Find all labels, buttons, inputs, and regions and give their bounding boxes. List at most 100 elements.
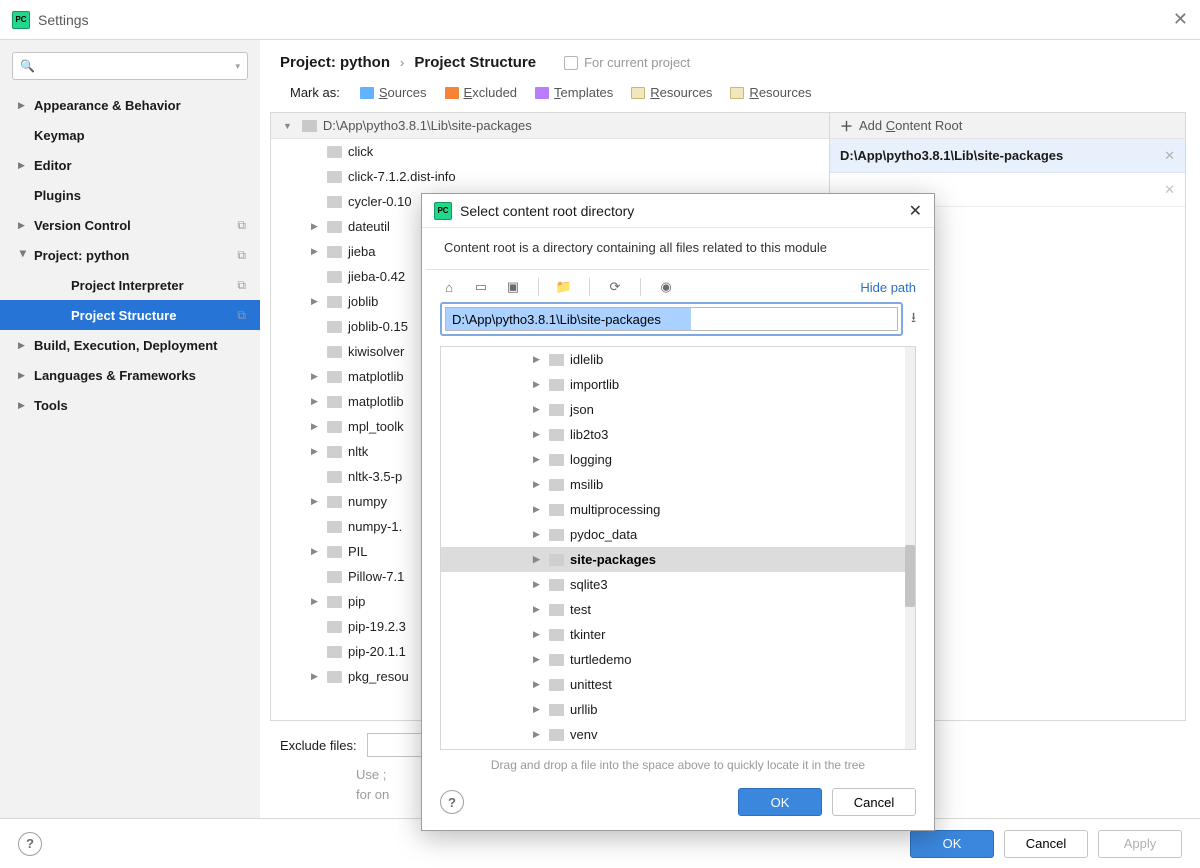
mark-as-templates[interactable]: Templates bbox=[535, 85, 613, 100]
chevron-right-icon[interactable]: ▶ bbox=[311, 421, 321, 432]
close-icon[interactable]: ✕ bbox=[1173, 9, 1188, 30]
home-icon[interactable]: ⌂ bbox=[440, 279, 458, 295]
history-dropdown-icon[interactable]: ⭳ bbox=[911, 307, 916, 331]
chevron-right-icon[interactable]: ▶ bbox=[533, 704, 543, 715]
sidebar-item[interactable]: Keymap bbox=[0, 120, 260, 150]
cancel-button[interactable]: Cancel bbox=[832, 788, 916, 816]
chevron-icon[interactable]: ▶ bbox=[18, 370, 28, 381]
sidebar-item[interactable]: ▶Editor bbox=[0, 150, 260, 180]
chevron-right-icon[interactable]: ▶ bbox=[311, 371, 321, 382]
chevron-right-icon[interactable]: ▶ bbox=[311, 446, 321, 457]
chooser-row[interactable]: ▶turtledemo bbox=[441, 647, 915, 672]
chevron-right-icon[interactable]: ▶ bbox=[533, 604, 543, 615]
add-content-root-button[interactable]: ＋ Add Content Root bbox=[830, 113, 1185, 139]
help-icon[interactable]: ? bbox=[440, 790, 464, 814]
hide-path-link[interactable]: Hide path bbox=[860, 280, 916, 295]
mark-as-res[interactable]: Resources bbox=[631, 85, 712, 100]
sidebar-item[interactable]: ▶Tools bbox=[0, 390, 260, 420]
chevron-right-icon[interactable]: ▶ bbox=[533, 654, 543, 665]
tree-row[interactable]: ▶click-7.1.2.dist-info bbox=[271, 164, 829, 189]
sidebar-item[interactable]: ▶Version Control⧉ bbox=[0, 210, 260, 240]
chevron-icon[interactable]: ▶ bbox=[18, 100, 28, 111]
desktop-icon[interactable]: ▭ bbox=[472, 279, 490, 295]
content-root-item[interactable]: D:\App\pytho3.8.1\Lib\site-packages ✕ bbox=[830, 139, 1185, 173]
chevron-right-icon[interactable]: ▶ bbox=[311, 221, 321, 232]
chooser-row[interactable]: ▶test bbox=[441, 597, 915, 622]
chevron-icon[interactable]: ▶ bbox=[18, 250, 29, 260]
chevron-right-icon[interactable]: ▶ bbox=[533, 579, 543, 590]
chevron-right-icon[interactable]: ▶ bbox=[533, 404, 543, 415]
chevron-right-icon[interactable]: ▶ bbox=[533, 504, 543, 515]
tree-row[interactable]: ▶click bbox=[271, 139, 829, 164]
exclude-files-input[interactable] bbox=[367, 733, 427, 757]
cancel-button[interactable]: Cancel bbox=[1004, 830, 1088, 858]
help-icon[interactable]: ? bbox=[18, 832, 42, 856]
show-hidden-icon[interactable]: ◉ bbox=[657, 279, 675, 295]
chooser-row[interactable]: ▶msilib bbox=[441, 472, 915, 497]
sidebar-item[interactable]: ▶Languages & Frameworks bbox=[0, 360, 260, 390]
new-folder-icon[interactable]: 📁 bbox=[555, 279, 573, 295]
ok-button[interactable]: OK bbox=[738, 788, 822, 816]
close-icon[interactable]: ✕ bbox=[909, 201, 922, 221]
chevron-down-icon[interactable]: ▾ bbox=[235, 61, 240, 72]
mark-as-res2[interactable]: Resources bbox=[730, 85, 811, 100]
chooser-row[interactable]: ▶lib2to3 bbox=[441, 422, 915, 447]
chevron-right-icon[interactable]: ▶ bbox=[533, 629, 543, 640]
ok-button[interactable]: OK bbox=[910, 830, 994, 858]
chevron-down-icon[interactable]: ▼ bbox=[283, 121, 292, 131]
chooser-row[interactable]: ▶json bbox=[441, 397, 915, 422]
chevron-right-icon[interactable]: ▶ bbox=[533, 429, 543, 440]
scrollbar-thumb[interactable] bbox=[905, 545, 915, 607]
chooser-row[interactable]: ▶ bbox=[441, 747, 915, 750]
chevron-icon[interactable]: ▶ bbox=[18, 400, 28, 411]
chooser-row[interactable]: ▶importlib bbox=[441, 372, 915, 397]
settings-search[interactable]: 🔍 ▾ bbox=[12, 52, 248, 80]
path-input-wrap[interactable] bbox=[440, 302, 903, 336]
sidebar-item[interactable]: ▶Project: python⧉ bbox=[0, 240, 260, 270]
chooser-row[interactable]: ▶urllib bbox=[441, 697, 915, 722]
refresh-icon[interactable]: ⟳ bbox=[606, 279, 624, 295]
chooser-row[interactable]: ▶sqlite3 bbox=[441, 572, 915, 597]
chevron-right-icon[interactable]: ▶ bbox=[311, 596, 321, 607]
chooser-row[interactable]: ▶logging bbox=[441, 447, 915, 472]
chevron-right-icon[interactable]: ▶ bbox=[311, 671, 321, 682]
chevron-right-icon[interactable]: ▶ bbox=[533, 354, 543, 365]
directory-chooser-tree[interactable]: ▶idlelib▶importlib▶json▶lib2to3▶logging▶… bbox=[440, 346, 916, 750]
sidebar-item[interactable]: Project Structure⧉ bbox=[0, 300, 260, 330]
apply-button[interactable]: Apply bbox=[1098, 830, 1182, 858]
chevron-right-icon[interactable]: ▶ bbox=[533, 729, 543, 740]
chevron-icon[interactable]: ▶ bbox=[18, 340, 28, 351]
chevron-right-icon[interactable]: ▶ bbox=[311, 396, 321, 407]
chooser-row[interactable]: ▶tkinter bbox=[441, 622, 915, 647]
sidebar-item[interactable]: Project Interpreter⧉ bbox=[0, 270, 260, 300]
sidebar-item[interactable]: ▶Build, Execution, Deployment bbox=[0, 330, 260, 360]
chevron-icon[interactable]: ▶ bbox=[18, 160, 28, 171]
project-icon[interactable]: ▣ bbox=[504, 279, 522, 295]
chevron-right-icon[interactable]: ▶ bbox=[311, 296, 321, 307]
dialog-titlebar[interactable]: PC Select content root directory ✕ bbox=[422, 194, 934, 228]
search-input[interactable] bbox=[12, 52, 248, 80]
chooser-row[interactable]: ▶pydoc_data bbox=[441, 522, 915, 547]
chevron-right-icon[interactable]: ▶ bbox=[311, 246, 321, 257]
chooser-row[interactable]: ▶idlelib bbox=[441, 347, 915, 372]
mark-as-sources[interactable]: Sources bbox=[360, 85, 427, 100]
chevron-right-icon[interactable]: ▶ bbox=[533, 529, 543, 540]
tree-root-row[interactable]: ▼ D:\App\pytho3.8.1\Lib\site-packages bbox=[271, 113, 829, 139]
chevron-right-icon[interactable]: ▶ bbox=[533, 679, 543, 690]
chooser-row[interactable]: ▶multiprocessing bbox=[441, 497, 915, 522]
remove-root-icon[interactable]: ✕ bbox=[1164, 148, 1175, 164]
chevron-right-icon[interactable]: ▶ bbox=[533, 554, 543, 565]
mark-as-excluded[interactable]: Excluded bbox=[445, 85, 517, 100]
sidebar-item[interactable]: Plugins bbox=[0, 180, 260, 210]
chooser-row[interactable]: ▶site-packages bbox=[441, 547, 915, 572]
sidebar-item[interactable]: ▶Appearance & Behavior bbox=[0, 90, 260, 120]
chooser-row[interactable]: ▶venv bbox=[441, 722, 915, 747]
chooser-row[interactable]: ▶unittest bbox=[441, 672, 915, 697]
chevron-right-icon[interactable]: ▶ bbox=[533, 379, 543, 390]
chevron-right-icon[interactable]: ▶ bbox=[533, 479, 543, 490]
chevron-right-icon[interactable]: ▶ bbox=[533, 454, 543, 465]
chevron-icon[interactable]: ▶ bbox=[18, 220, 28, 231]
chevron-right-icon[interactable]: ▶ bbox=[311, 546, 321, 557]
chevron-right-icon[interactable]: ▶ bbox=[311, 496, 321, 507]
path-input[interactable] bbox=[445, 307, 898, 331]
